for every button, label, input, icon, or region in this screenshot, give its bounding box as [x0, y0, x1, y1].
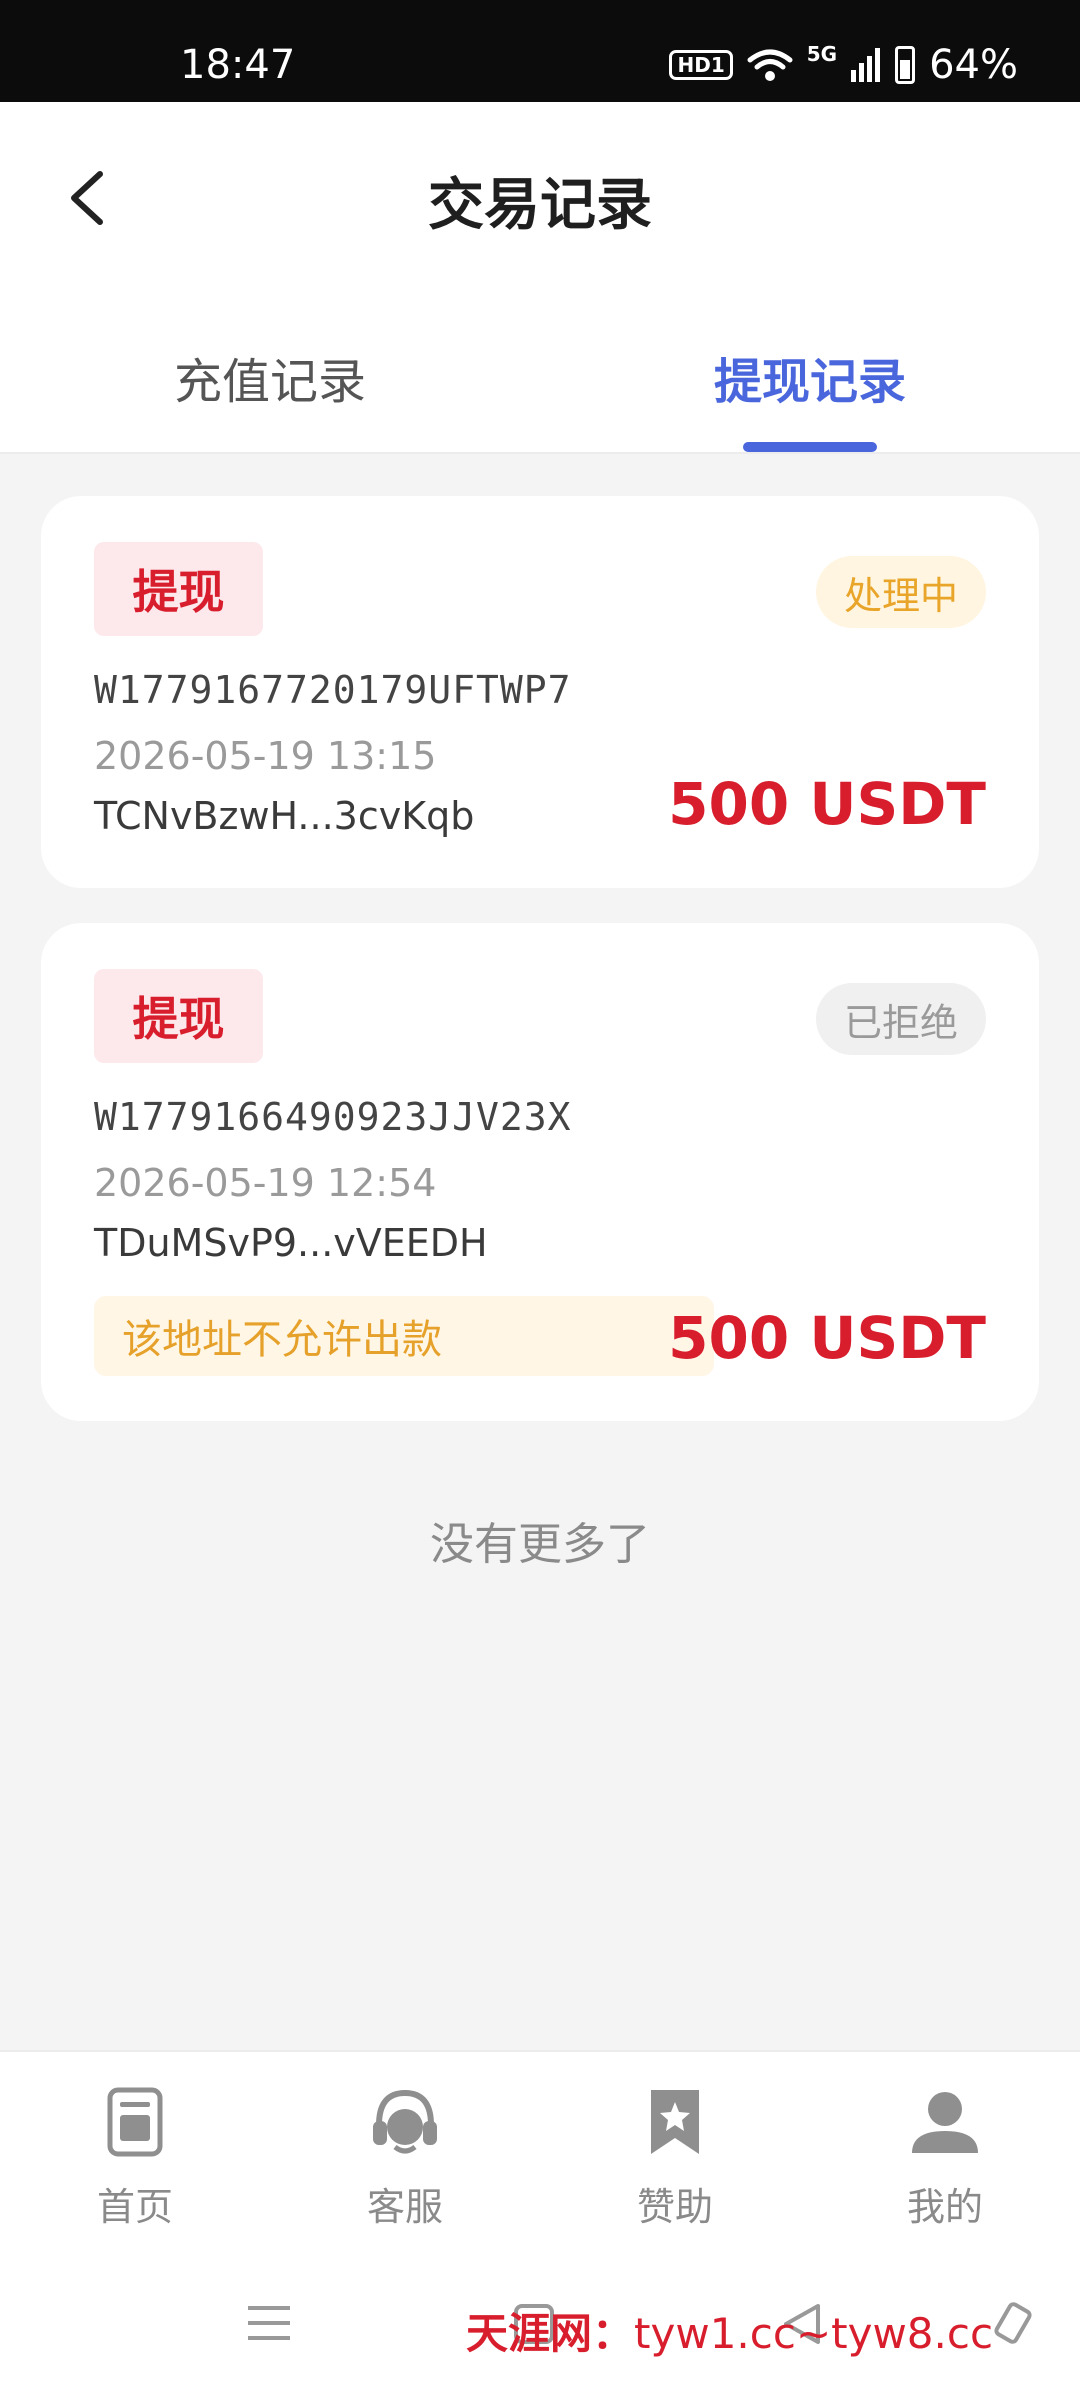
header: 交易记录 充值记录 提现记录: [0, 102, 1080, 454]
tab-withdraw-records[interactable]: 提现记录: [540, 342, 1080, 412]
status-time: 18:47: [180, 42, 296, 88]
nav-label: 赞助: [636, 2185, 713, 2229]
hd-badge: HD1: [669, 50, 733, 80]
status-badge-processing: 处理中: [815, 556, 986, 628]
menu-icon[interactable]: [246, 2300, 292, 2346]
bookmark-star-icon: [635, 2082, 715, 2162]
nav-item-support[interactable]: 客服: [270, 2082, 540, 2252]
type-badge: 提现: [94, 969, 263, 1063]
order-number: W1779166490923JJV23X: [94, 1095, 572, 1139]
wallet-address: TDuMSvP9...vVEEDH: [94, 1221, 488, 1265]
status-badge-rejected: 已拒绝: [815, 983, 986, 1055]
wallet-address: TCNvBzwH...3cvKqb: [94, 794, 475, 838]
type-badge: 提现: [94, 542, 263, 636]
wifi-icon: [747, 49, 793, 81]
order-time: 2026-05-19 13:15: [94, 734, 437, 778]
battery-icon: [895, 46, 916, 84]
signal-icon: [851, 48, 881, 82]
headset-icon: [365, 2082, 445, 2162]
status-bar: 18:47 HD1 5G 64%: [0, 0, 1080, 102]
watermark: 天涯网：tyw1.cc~tyw8.cc: [466, 2300, 993, 2361]
page-title: 交易记录: [428, 173, 652, 238]
system-nav-bar: 天涯网：tyw1.cc~tyw8.cc: [0, 2270, 1080, 2400]
nav-item-sponsor[interactable]: 赞助: [540, 2082, 810, 2252]
nav-label: 首页: [96, 2185, 173, 2229]
nav-item-home[interactable]: 首页: [0, 2082, 270, 2252]
watermark-url: tyw1.cc~tyw8.cc: [634, 2309, 994, 2358]
record-card[interactable]: 提现 已拒绝 W1779166490923JJV23X 2026-05-19 1…: [41, 923, 1039, 1421]
network-type: 5G: [806, 42, 838, 66]
amount: 500 USDT: [668, 1304, 986, 1372]
amount: 500 USDT: [668, 770, 986, 838]
nav-item-profile[interactable]: 我的: [810, 2082, 1080, 2252]
rejection-reason: 该地址不允许出款: [94, 1296, 714, 1376]
divider: [0, 452, 1080, 454]
active-tab-indicator: [743, 442, 877, 452]
status-indicators: HD1 5G 64%: [669, 42, 1018, 88]
record-card[interactable]: 提现 处理中 W1779167720179UFTWP7 2026-05-19 1…: [41, 496, 1039, 888]
home-icon: [95, 2082, 175, 2162]
nav-label: 我的: [906, 2185, 983, 2229]
user-icon: [905, 2082, 985, 2162]
bottom-nav: 首页 客服 赞助 我的: [0, 2050, 1080, 2270]
order-number: W1779167720179UFTWP7: [94, 668, 572, 712]
watermark-name: 天涯网：: [466, 2309, 635, 2358]
order-time: 2026-05-19 12:54: [94, 1161, 437, 1205]
tab-recharge-records[interactable]: 充值记录: [0, 342, 540, 412]
no-more-text: 没有更多了: [430, 1519, 650, 1570]
nav-label: 客服: [366, 2185, 443, 2229]
rotate-icon[interactable]: [988, 2298, 1038, 2348]
battery-level: 64%: [929, 42, 1018, 88]
